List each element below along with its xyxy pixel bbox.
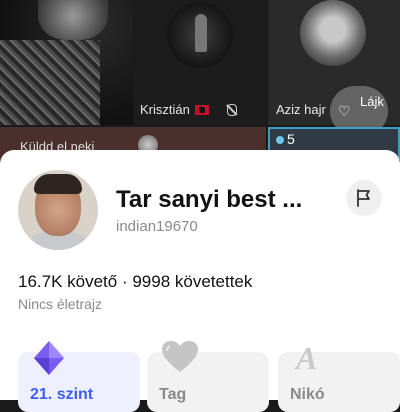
heart-outline-icon: ♡ xyxy=(338,103,351,119)
level-badge[interactable]: 21. szint xyxy=(18,341,140,412)
fan-club-badge[interactable]: A Nikó xyxy=(278,340,400,412)
diamond-icon xyxy=(34,341,64,375)
profile-username: indian19670 xyxy=(116,218,198,235)
mic-off-icon xyxy=(227,104,238,116)
fan-club-label: Nikó xyxy=(290,386,325,403)
guest-face xyxy=(38,0,108,40)
albania-flag-icon xyxy=(195,105,210,115)
guest-avatar xyxy=(167,2,233,68)
flag-icon xyxy=(357,189,370,207)
guest-avatar xyxy=(300,0,366,66)
profile-sheet: Tar sanyi best ... indian19670 16.7K köv… xyxy=(0,150,400,412)
report-button[interactable] xyxy=(346,180,382,216)
live-grid: Krisztián Aziz hajr ♡ Lájk Küldd el neki… xyxy=(0,0,400,160)
profile-display-name: Tar sanyi best ... xyxy=(116,186,303,213)
letter-a-icon: A xyxy=(296,340,318,376)
guest-tile-1[interactable] xyxy=(0,0,133,125)
like-label: Lájk xyxy=(360,94,384,109)
member-badge[interactable]: Tag xyxy=(147,341,269,412)
viewer-count: 5 xyxy=(287,131,295,147)
guest-video xyxy=(0,40,100,125)
guest-name: Krisztián xyxy=(140,102,190,117)
follow-stats[interactable]: 16.7K követő · 9998 követettek xyxy=(18,272,252,292)
profile-avatar[interactable] xyxy=(18,170,98,250)
level-label: 21. szint xyxy=(30,386,94,403)
guest-tile-krisztian[interactable]: Krisztián xyxy=(134,0,267,125)
member-label: Tag xyxy=(159,386,187,403)
heart-icon xyxy=(162,341,198,372)
guest-name: Aziz hajr xyxy=(276,102,326,117)
viewer-dot-icon xyxy=(276,136,284,144)
profile-bio: Nincs életrajz xyxy=(18,296,103,312)
